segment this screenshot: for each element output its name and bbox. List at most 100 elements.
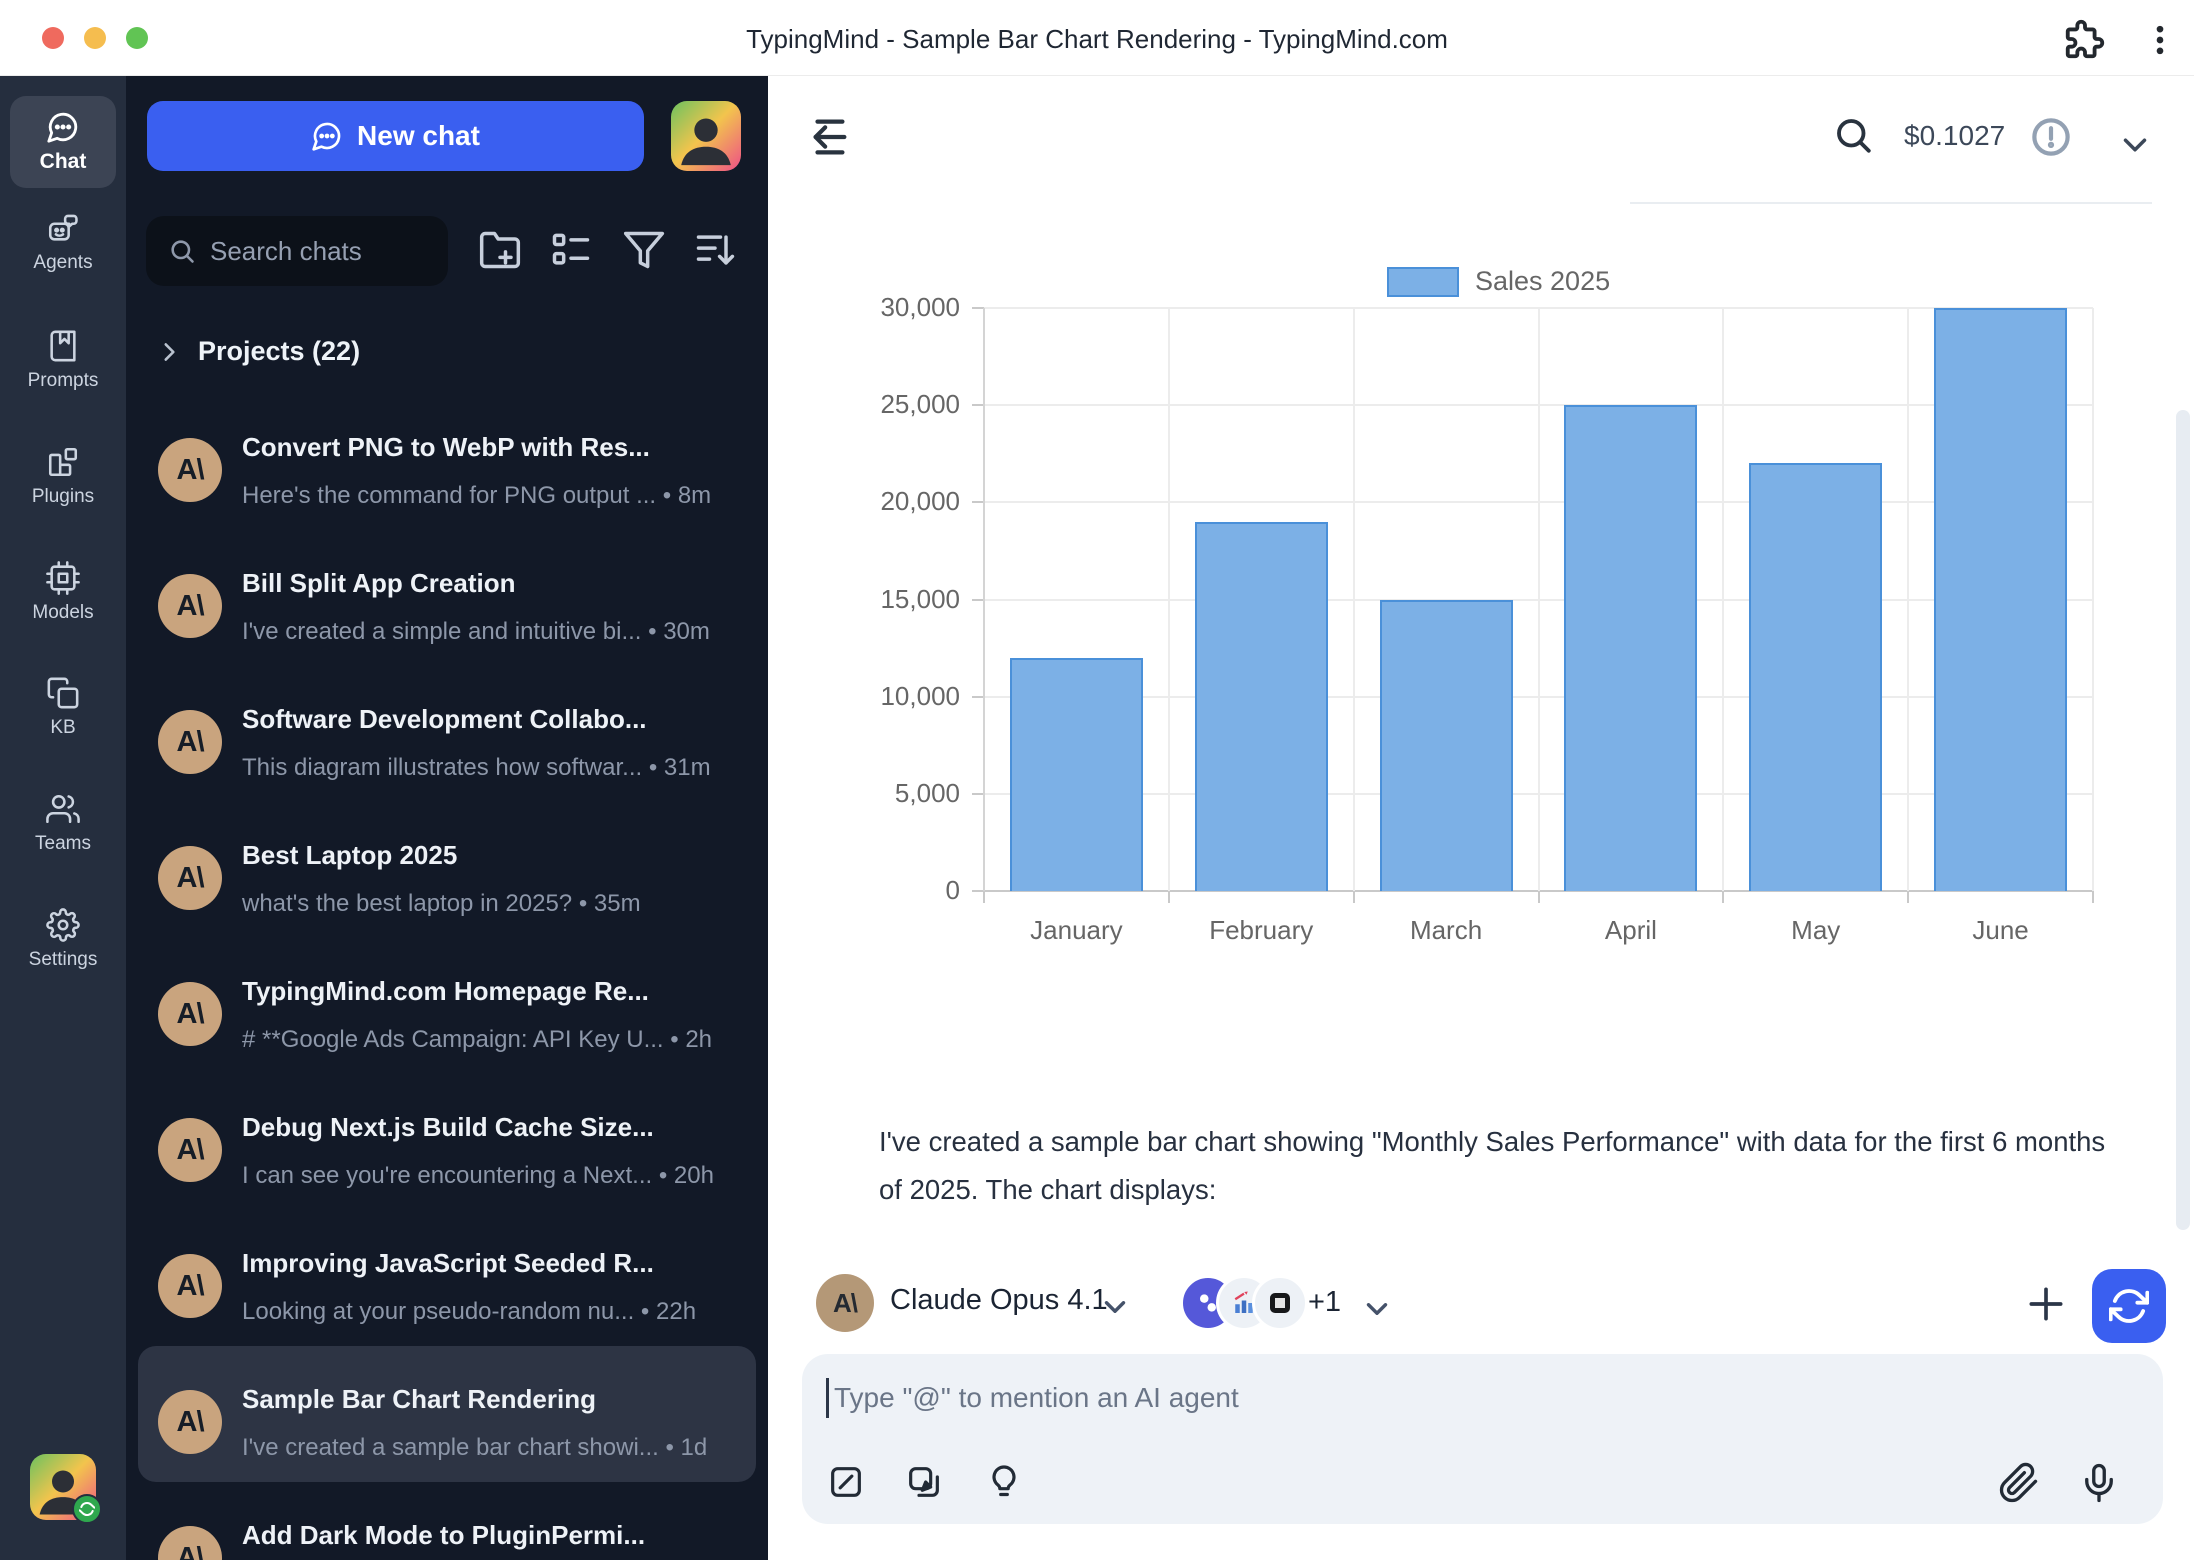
chat-list-item[interactable]: A\ Best Laptop 2025 what's the best lapt… [138,802,756,938]
search-icon [168,237,196,265]
anthropic-avatar: A\ [158,710,222,774]
bar[interactable] [1010,658,1143,891]
text-cursor [826,1378,829,1418]
more-plugins-count[interactable]: +1 [1308,1286,1341,1319]
warning-circle-icon[interactable] [2030,116,2072,158]
x-tick [2092,891,2094,903]
user-avatar[interactable] [671,101,741,171]
bar[interactable] [1934,308,2067,891]
anthropic-avatar: A\ [158,1254,222,1318]
chat-list-item[interactable]: A\ Bill Split App Creation I've created … [138,530,756,666]
anthropic-logo: A\ [177,998,204,1031]
sidebar-item-prompts[interactable]: Prompts [0,329,126,392]
plugin-icon-stop[interactable] [1252,1275,1308,1331]
chat-list-item[interactable]: A\ Add Dark Mode to PluginPermi... [138,1482,756,1560]
chat-list-item[interactable]: A\ Convert PNG to WebP with Res... Here'… [138,394,756,530]
x-tick [1722,891,1724,903]
y-tick-label: 30,000 [768,292,960,323]
anthropic-logo: A\ [177,454,204,487]
x-tick-label: March [1354,915,1539,946]
gridline [1722,308,1724,891]
projects-section-header[interactable]: Projects (22) [156,336,360,367]
window-title: TypingMind - Sample Bar Chart Rendering … [0,24,2194,55]
sidebar-item-chat[interactable]: Chat [10,96,116,188]
search-icon[interactable] [1832,114,1874,156]
chat-snippet: # **Google Ads Campaign: API Key U... • … [242,1026,742,1054]
y-tick-label: 20,000 [768,486,960,517]
regenerate-button[interactable] [2092,1269,2166,1343]
sidebar-item-label: Teams [35,833,91,855]
sidebar-item-models[interactable]: Models [0,561,126,624]
lightbulb-icon[interactable] [984,1462,1024,1502]
collapse-sidebar-icon[interactable] [806,114,852,160]
cost-badge[interactable]: $0.1027 [1904,120,2005,152]
anthropic-avatar: A\ [158,982,222,1046]
microphone-icon[interactable] [2078,1462,2120,1504]
new-chat-button[interactable]: New chat [147,101,644,171]
x-tick-label: February [1169,915,1354,946]
anthropic-avatar: A\ [158,574,222,638]
assistant-message-text: I've created a sample bar chart showing … [879,1118,2109,1214]
x-tick-label: April [1539,915,1724,946]
sidebar-item-settings[interactable]: Settings [0,908,126,971]
add-icon[interactable] [2024,1282,2068,1326]
chat-title: Best Laptop 2025 [242,840,738,871]
model-avatar[interactable]: A\ [816,1274,874,1332]
chat-snippet: I've created a simple and intuitive bi..… [242,618,742,646]
sidebar-item-label: Plugins [32,486,94,508]
sidebar-item-label: Agents [33,252,92,274]
chat-title: Debug Next.js Build Cache Size... [242,1112,738,1143]
paperclip-icon[interactable] [1998,1462,2040,1504]
bar[interactable] [1564,405,1697,891]
chat-list-item[interactable]: A\ TypingMind.com Homepage Re... # **Goo… [138,938,756,1074]
bar[interactable] [1195,522,1328,891]
sidebar-item-kb[interactable]: KB [0,676,126,739]
chat-list-item[interactable]: A\ Improving JavaScript Seeded R... Look… [138,1210,756,1346]
extension-puzzle-icon[interactable] [2062,16,2108,62]
filter-icon[interactable] [622,228,666,272]
gridline [2092,308,2094,891]
users-icon [46,792,80,826]
chevron-down-icon[interactable] [2116,126,2154,164]
main-content: $0.1027 Sales 2025 05,00010,00015,00020,… [768,76,2194,1560]
search-placeholder: Search chats [210,236,362,267]
chat-list-item[interactable]: A\ Debug Next.js Build Cache Size... I c… [138,1074,756,1210]
bar[interactable] [1380,600,1513,892]
gear-icon [46,908,80,942]
canvas-edit-icon[interactable] [826,1462,866,1502]
sidebar-item-label: KB [50,717,75,739]
model-selector[interactable]: Claude Opus 4.1 [890,1284,1108,1317]
bar[interactable] [1749,463,1882,891]
chat-title: TypingMind.com Homepage Re... [242,976,738,1007]
chevron-down-icon[interactable] [1098,1290,1132,1324]
message-input[interactable]: Type "@" to mention an AI agent [802,1354,2163,1524]
anthropic-logo: A\ [177,862,204,895]
x-tick [1353,891,1355,903]
anthropic-logo: A\ [177,1406,204,1439]
sidebar-item-label: Settings [29,949,98,971]
chat-bubble-icon [46,110,80,144]
anthropic-logo: A\ [177,1134,204,1167]
legend-label[interactable]: Sales 2025 [1475,266,1610,297]
nav-rail: Chat Agents Prompts Plugins Models KB [0,76,126,1560]
kebab-menu-icon[interactable] [2140,20,2180,60]
duplicate-icon[interactable] [904,1462,944,1502]
sidebar-item-plugins[interactable]: Plugins [0,445,126,508]
sidebar-item-agents[interactable]: Agents [0,211,126,274]
chat-title: Add Dark Mode to PluginPermi... [242,1520,738,1551]
sidebar-item-teams[interactable]: Teams [0,792,126,855]
legend-swatch[interactable] [1387,267,1459,297]
new-folder-icon[interactable] [478,228,522,272]
list-view-icon[interactable] [549,228,593,272]
book-icon [46,329,80,363]
scrollbar-thumb[interactable] [2176,410,2190,1230]
chat-list-item[interactable]: A\ Sample Bar Chart Rendering I've creat… [138,1346,756,1482]
search-chats-input[interactable]: Search chats [146,216,448,286]
chat-list-item[interactable]: A\ Software Development Collabo... This … [138,666,756,802]
blocks-icon [46,445,80,479]
x-tick-label: June [1908,915,2093,946]
sort-icon[interactable] [693,228,737,272]
chevron-down-icon[interactable] [1360,1292,1394,1326]
cpu-chip-icon [46,561,80,595]
projects-header-label: Projects (22) [198,336,360,367]
